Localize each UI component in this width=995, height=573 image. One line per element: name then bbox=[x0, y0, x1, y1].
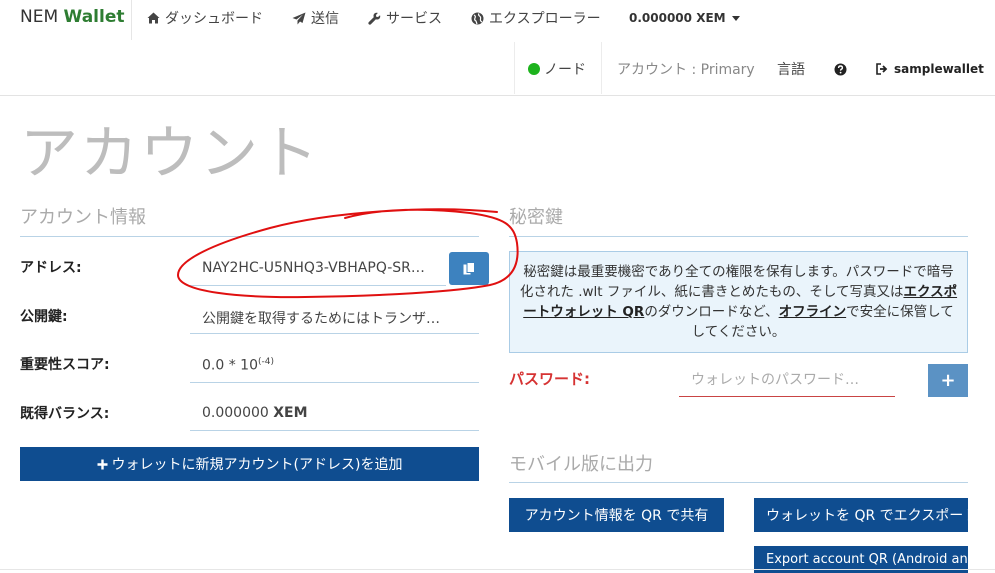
language-label: 言語 bbox=[777, 62, 805, 78]
add-account-button[interactable]: ウォレットに新規アカウント(アドレス)を追加 bbox=[20, 447, 479, 481]
info-text-1: 秘密鍵は最重要機密であり全ての権限を保有します。パスワードで暗号化された .wl… bbox=[519, 264, 954, 300]
section-divider bbox=[509, 482, 968, 483]
wrench-icon bbox=[368, 12, 381, 25]
nav-balance-unit: XEM bbox=[696, 11, 726, 25]
password-label: パスワード: bbox=[509, 370, 590, 388]
help-button[interactable] bbox=[834, 44, 847, 94]
logout-wallet[interactable]: samplewallet bbox=[876, 44, 984, 94]
vested-balance-label: 既得バランス: bbox=[20, 406, 110, 422]
node-status[interactable]: ノード bbox=[528, 44, 586, 94]
account-label: アカウント : Primary bbox=[617, 62, 755, 78]
pubkey-label: 公開鍵: bbox=[20, 309, 68, 325]
share-qr-label: アカウント情報を QR で共有 bbox=[524, 508, 709, 524]
copy-address-button[interactable] bbox=[449, 252, 489, 285]
vested-balance-unit: XEM bbox=[273, 405, 308, 421]
mobile-export-title: モバイル版に出力 bbox=[509, 454, 653, 475]
private-key-info-box: 秘密鍵は最重要機密であり全ての権限を保有します。パスワードで暗号化された .wl… bbox=[509, 251, 968, 353]
footer-divider bbox=[0, 569, 995, 570]
nav-send-label: 送信 bbox=[311, 11, 339, 27]
home-icon bbox=[147, 12, 160, 24]
page-title: アカウント bbox=[20, 119, 321, 187]
copy-icon bbox=[463, 261, 475, 274]
vested-balance-field: 0.000000 XEM bbox=[190, 397, 479, 431]
section-divider bbox=[509, 236, 968, 237]
password-input[interactable] bbox=[679, 364, 895, 397]
share-account-qr-button[interactable]: アカウント情報を QR で共有 bbox=[509, 498, 724, 532]
globe-icon bbox=[471, 12, 484, 24]
private-key-title: 秘密鍵 bbox=[509, 207, 563, 228]
question-circle-icon bbox=[834, 63, 847, 75]
pubkey-field[interactable]: 公開鍵を取得するためにはトランザ… bbox=[190, 300, 479, 334]
balance-dropdown[interactable]: 0.000000 XEM bbox=[629, 0, 740, 36]
nav-divider bbox=[514, 42, 515, 94]
address-field[interactable]: NAY2HC-U5NHQ3-VBHAPQ-SR… bbox=[190, 252, 446, 286]
nav-explorer-label: エクスプローラー bbox=[489, 11, 601, 27]
plus-label: + bbox=[940, 370, 956, 391]
paper-plane-icon bbox=[292, 12, 306, 24]
account-info-title: アカウント情報 bbox=[20, 207, 146, 228]
nav-dashboard[interactable]: ダッシュボード bbox=[147, 0, 263, 36]
info-text-2: のダウンロードなど、 bbox=[644, 304, 779, 320]
importance-field: 0.0 * 10(-4) bbox=[190, 349, 479, 383]
importance-label: 重要性スコア: bbox=[20, 357, 110, 373]
nav-dashboard-label: ダッシュボード bbox=[165, 11, 263, 27]
vested-balance-value: 0.000000 bbox=[202, 405, 269, 421]
nav-balance-value: 0.000000 bbox=[629, 11, 693, 25]
account-selector[interactable]: アカウント : Primary bbox=[617, 44, 755, 94]
plus-icon bbox=[97, 459, 108, 469]
show-private-key-button[interactable]: + bbox=[928, 364, 968, 397]
nav-services[interactable]: サービス bbox=[368, 0, 442, 36]
nav-divider bbox=[601, 42, 602, 94]
export-wallet-qr-button[interactable]: ウォレットを QR でエクスポート bbox=[754, 498, 968, 532]
wallet-name: samplewallet bbox=[894, 62, 984, 76]
caret-down-icon bbox=[731, 15, 740, 21]
importance-exponent: (-4) bbox=[257, 357, 274, 367]
section-divider bbox=[20, 236, 479, 237]
nav-services-label: サービス bbox=[386, 11, 442, 27]
offline-link[interactable]: オフライン bbox=[779, 304, 847, 320]
node-status-dot-icon bbox=[528, 63, 540, 75]
brand-logo[interactable]: NEM Wallet bbox=[20, 6, 124, 28]
language-selector[interactable]: 言語 bbox=[777, 44, 805, 94]
sign-out-icon bbox=[876, 63, 888, 75]
address-label: アドレス: bbox=[20, 260, 82, 276]
export-account-qr-label: Export account QR (Android and iOS) bbox=[766, 552, 968, 567]
add-account-label: ウォレットに新規アカウント(アドレス)を追加 bbox=[111, 457, 403, 473]
brand-name: NEM bbox=[20, 7, 59, 27]
export-wallet-qr-label: ウォレットを QR でエクスポート bbox=[766, 508, 968, 524]
node-label: ノード bbox=[544, 62, 586, 78]
brand-wallet: Wallet bbox=[63, 7, 125, 27]
nav-send[interactable]: 送信 bbox=[292, 0, 339, 36]
importance-value: 0.0 * 10 bbox=[202, 357, 258, 374]
nav-explorer[interactable]: エクスプローラー bbox=[471, 0, 601, 36]
top-navbar: NEM Wallet ダッシュボード 送信 サービス エクスプローラー 0.00… bbox=[0, 0, 995, 96]
brand-divider bbox=[131, 0, 132, 40]
